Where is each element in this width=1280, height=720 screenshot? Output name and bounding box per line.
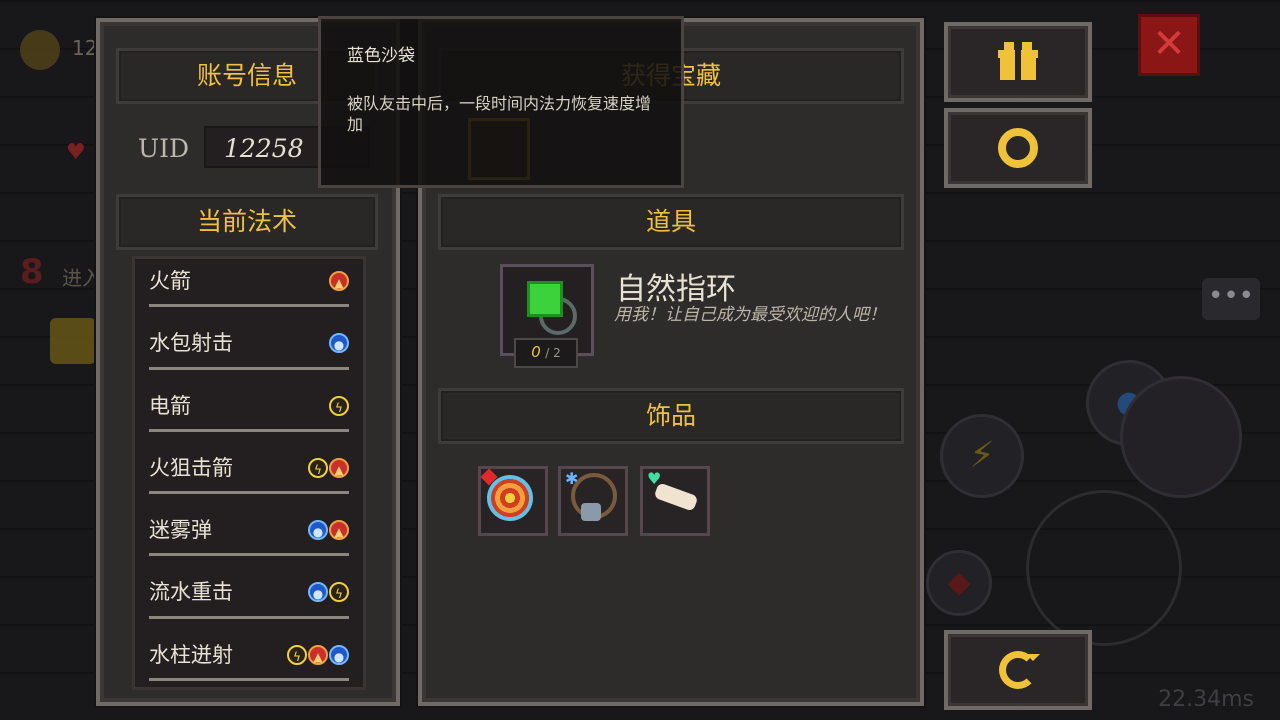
item-tooltip: 蓝色沙袋 被队友击中后，一段时间内法力恢复速度增加 — [318, 16, 684, 188]
spell-row[interactable]: 水包射击 ● — [135, 321, 363, 383]
thunder-element-icon: ϟ — [287, 644, 307, 665]
spell-list[interactable]: 火箭 ▲ 水包射击 ● 电箭 ϟ 火狙击箭 ϟ ▲ 迷雾弹 ● ▲ 流水重击 ● ϟ 水柱迸射 ϟ ▲ ● — [132, 256, 366, 690]
spell-divider — [149, 428, 349, 432]
green-heart-icon: ♥ — [647, 469, 662, 488]
thunder-skill-icon[interactable]: ⚡ — [940, 414, 1024, 498]
coin-count: 12 — [72, 36, 98, 60]
gift-icon — [998, 42, 1038, 82]
spell-divider — [149, 678, 349, 682]
attack-button[interactable] — [1120, 376, 1242, 498]
pendant-icon — [581, 503, 601, 521]
spell-divider — [149, 615, 349, 619]
fire-element-icon: ▲ — [329, 271, 349, 291]
necklace-accessory-slot[interactable]: ✱ — [558, 466, 628, 536]
target-accessory-slot[interactable] — [478, 466, 548, 536]
frame-timer: 22.34ms — [1158, 687, 1254, 712]
thunder-element-icon: ϟ — [308, 457, 328, 478]
spell-row[interactable]: 电箭 ϟ — [135, 384, 363, 446]
close-icon[interactable]: ✕ — [1138, 14, 1200, 76]
item-count: 0 / 2 — [514, 338, 578, 368]
spell-element-icons: ϟ ▲ — [308, 457, 349, 478]
bone-accessory-slot[interactable]: ♥ — [640, 466, 710, 536]
spells-title: 当前法术 — [116, 194, 378, 250]
refresh-button[interactable] — [944, 630, 1092, 710]
thunder-element-icon: ϟ — [329, 395, 349, 416]
spell-element-icons: ϟ ▲ ● — [287, 644, 349, 665]
fire-element-icon: ▲ — [308, 644, 328, 665]
tooltip-desc: 被队友击中后，一段时间内法力恢复速度增加 — [347, 94, 652, 134]
spell-divider — [149, 553, 349, 557]
water-element-icon: ● — [329, 644, 349, 665]
props-title: 道具 — [438, 194, 904, 250]
tooltip-title: 蓝色沙袋 — [347, 46, 415, 66]
spell-element-icons: ▲ — [329, 271, 349, 291]
level-number: 8 — [20, 252, 44, 292]
refresh-icon — [999, 651, 1040, 689]
gift-button[interactable] — [944, 22, 1092, 102]
spell-row[interactable]: 火箭 ▲ — [135, 259, 363, 321]
spell-divider — [149, 491, 349, 495]
gear-icon — [998, 128, 1038, 168]
water-element-icon: ● — [308, 520, 328, 541]
spell-row[interactable]: 流水重击 ● ϟ — [135, 570, 363, 632]
spell-element-icons: ● ϟ — [308, 582, 349, 603]
spell-element-icons: ● — [329, 333, 349, 354]
fire-element-icon: ▲ — [329, 520, 349, 541]
ring-gem-icon — [527, 281, 563, 317]
joystick[interactable] — [1026, 490, 1182, 646]
uid-label: UID — [138, 134, 189, 163]
spell-row[interactable]: 火狙击箭 ϟ ▲ — [135, 446, 363, 508]
item-name: 自然指环 — [616, 272, 736, 307]
item-desc: 用我！让自己成为最受欢迎的人吧！ — [614, 305, 886, 325]
target-icon — [487, 475, 533, 521]
fire-element-icon: ▲ — [329, 457, 349, 478]
spell-name: 流水重击 — [149, 580, 233, 605]
water-element-icon: ● — [308, 582, 328, 603]
spell-row[interactable]: 水柱迸射 ϟ ▲ ● — [135, 633, 363, 687]
spell-name: 水柱迸射 — [149, 642, 233, 667]
water-element-icon: ● — [329, 333, 349, 354]
accessories-title: 饰品 — [438, 388, 904, 444]
item-count-max: / 2 — [545, 346, 561, 360]
spell-element-icons: ϟ — [329, 395, 349, 416]
settings-button[interactable] — [944, 108, 1092, 188]
bg-item-icon — [50, 318, 96, 364]
spell-name: 火箭 — [149, 269, 191, 293]
heart-icon: ♥ — [66, 140, 86, 165]
spell-name: 迷雾弹 — [149, 518, 212, 543]
chat-icon[interactable]: ••• — [1202, 278, 1260, 320]
fire-skill-icon[interactable]: ◆ — [926, 550, 992, 616]
spell-divider — [149, 366, 349, 370]
spell-name: 火狙击箭 — [149, 455, 233, 480]
spell-name: 电箭 — [149, 393, 191, 418]
spell-divider — [149, 304, 349, 308]
thunder-element-icon: ϟ — [329, 582, 349, 603]
item-count-current: 0 — [531, 343, 541, 361]
coin-icon — [20, 30, 60, 70]
blue-star-icon: ✱ — [565, 469, 579, 488]
spell-name: 水包射击 — [149, 331, 233, 356]
spell-element-icons: ● ▲ — [308, 520, 349, 541]
spell-row[interactable]: 迷雾弹 ● ▲ — [135, 508, 363, 570]
